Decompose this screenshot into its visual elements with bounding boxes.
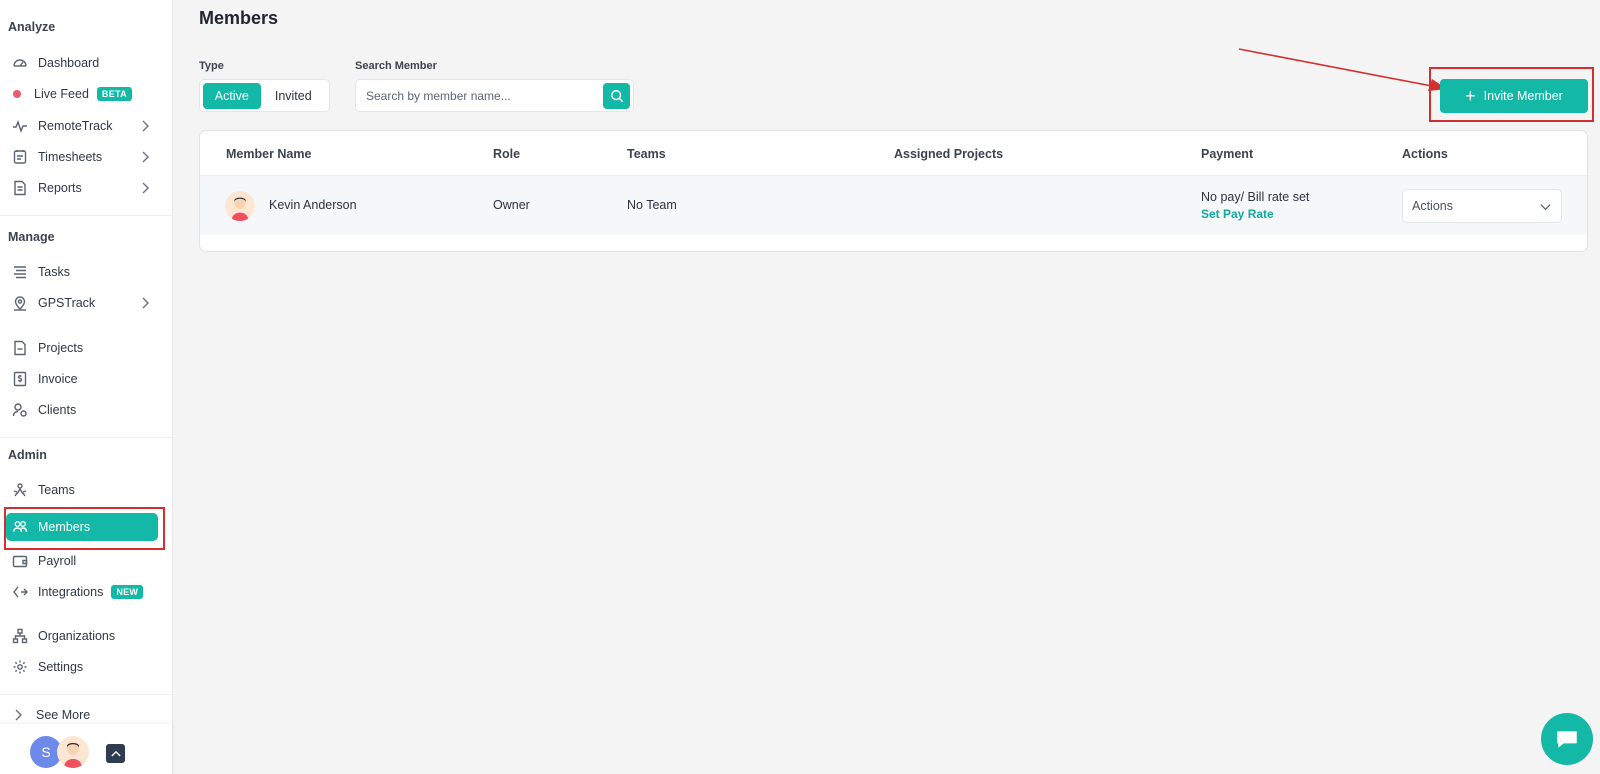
chevron-right-icon bbox=[142, 120, 149, 132]
sidebar-item-label: Integrations bbox=[38, 585, 104, 599]
actions-dropdown[interactable]: Actions bbox=[1402, 189, 1562, 223]
set-pay-rate-link[interactable]: Set Pay Rate bbox=[1201, 207, 1274, 221]
sidebar-item-dashboard[interactable]: Dashboard bbox=[6, 49, 158, 77]
pulse-icon bbox=[10, 116, 30, 136]
map-pin-icon bbox=[10, 293, 30, 313]
chevron-right-icon bbox=[15, 709, 22, 721]
sidebar-item-reports[interactable]: Reports bbox=[6, 174, 158, 202]
chevron-right-icon bbox=[142, 151, 149, 163]
sidebar-item-label: Settings bbox=[38, 660, 84, 674]
type-invited-button[interactable]: Invited bbox=[261, 83, 326, 109]
sidebar-item-remotetrack[interactable]: RemoteTrack bbox=[6, 112, 158, 140]
column-header-actions: Actions bbox=[1402, 147, 1448, 161]
search-button[interactable] bbox=[603, 83, 630, 109]
chat-icon bbox=[1557, 731, 1577, 748]
member-payment: No pay/ Bill rate set bbox=[1201, 190, 1310, 204]
invite-member-label: Invite Member bbox=[1483, 89, 1563, 103]
members-table: Member Name Role Teams Assigned Projects… bbox=[199, 130, 1588, 252]
invoice-icon bbox=[10, 369, 30, 389]
plus-icon: + bbox=[1465, 86, 1476, 106]
members-highlight-box bbox=[4, 507, 165, 550]
user-avatar-icon[interactable] bbox=[57, 736, 89, 768]
new-badge: NEW bbox=[111, 585, 144, 599]
sidebar-item-label: Invoice bbox=[38, 372, 78, 386]
sidebar-item-organizations[interactable]: Organizations bbox=[6, 622, 158, 650]
sidebar-item-label: Reports bbox=[38, 181, 82, 195]
sidebar-item-tasks[interactable]: Tasks bbox=[6, 258, 158, 286]
sidebar-item-label: Dashboard bbox=[38, 56, 100, 70]
sidebar-divider bbox=[0, 694, 172, 695]
column-header-member-name: Member Name bbox=[226, 147, 312, 161]
page-title: Members bbox=[199, 8, 279, 28]
sidebar-item-projects[interactable]: Projects bbox=[6, 334, 158, 362]
sidebar-item-label: Organizations bbox=[38, 629, 116, 643]
section-title-manage: Manage bbox=[8, 230, 55, 244]
chevron-right-icon bbox=[142, 297, 149, 309]
type-label: Type bbox=[199, 60, 224, 72]
type-active-button[interactable]: Active bbox=[203, 82, 261, 109]
sidebar-item-payroll[interactable]: Payroll bbox=[6, 547, 158, 575]
sidebar-item-label: Teams bbox=[38, 483, 75, 497]
search-input[interactable] bbox=[366, 87, 601, 105]
sidebar-item-teams[interactable]: Teams bbox=[6, 476, 158, 504]
sidebar-item-label: Timesheets bbox=[38, 150, 103, 164]
search-label: Search Member bbox=[355, 60, 437, 72]
search-icon bbox=[610, 90, 623, 103]
section-title-admin: Admin bbox=[8, 448, 47, 462]
member-teams: No Team bbox=[627, 198, 677, 212]
column-header-payment: Payment bbox=[1201, 147, 1254, 161]
tasks-icon bbox=[10, 262, 30, 282]
column-header-role: Role bbox=[493, 147, 521, 161]
sidebar-item-label: Tasks bbox=[38, 265, 70, 279]
member-role: Owner bbox=[493, 198, 530, 212]
expand-up-button[interactable] bbox=[106, 744, 125, 763]
sidebar-item-clients[interactable]: Clients bbox=[6, 396, 158, 424]
column-header-teams: Teams bbox=[627, 147, 666, 161]
type-toggle: Active Invited bbox=[199, 79, 330, 112]
timesheet-icon bbox=[10, 147, 30, 167]
sidebar-item-settings[interactable]: Settings bbox=[6, 653, 158, 681]
wallet-icon bbox=[10, 551, 30, 571]
report-icon bbox=[10, 178, 30, 198]
column-header-assigned-projects: Assigned Projects bbox=[894, 147, 1004, 161]
project-icon bbox=[10, 338, 30, 358]
sidebar-item-label: Payroll bbox=[38, 554, 77, 568]
beta-badge: BETA bbox=[96, 87, 132, 101]
member-name[interactable]: Kevin Anderson bbox=[269, 198, 357, 212]
annotation-arrow bbox=[1238, 48, 1447, 91]
see-more-label: See More bbox=[36, 708, 91, 722]
invite-member-button[interactable]: + Invite Member bbox=[1440, 79, 1588, 113]
client-icon bbox=[10, 400, 30, 420]
live-dot-icon bbox=[13, 90, 21, 98]
dashboard-icon bbox=[10, 53, 30, 73]
search-box bbox=[355, 79, 634, 112]
chat-button[interactable] bbox=[1541, 713, 1593, 765]
chevron-down-icon bbox=[1540, 204, 1551, 211]
chevron-right-icon bbox=[142, 182, 149, 194]
actions-dropdown-label: Actions bbox=[1412, 199, 1453, 213]
gear-icon bbox=[10, 657, 30, 677]
sidebar-item-gpstrack[interactable]: GPSTrack bbox=[6, 289, 158, 317]
sidebar-item-integrations[interactable]: Integrations NEW bbox=[6, 578, 158, 606]
sidebar-divider bbox=[0, 437, 172, 438]
sidebar-item-timesheets[interactable]: Timesheets bbox=[6, 143, 158, 171]
sidebar-item-label: Projects bbox=[38, 341, 84, 355]
sidebar-footer: S bbox=[0, 724, 172, 774]
organization-icon bbox=[10, 626, 30, 646]
sidebar-item-label: GPSTrack bbox=[38, 296, 96, 310]
table-row: Kevin Anderson Owner No Team No pay/ Bil… bbox=[200, 175, 1587, 235]
section-title-analyze: Analyze bbox=[8, 20, 56, 34]
sidebar-item-label: Clients bbox=[38, 403, 77, 417]
integrations-icon bbox=[10, 582, 30, 602]
sidebar-item-invoice[interactable]: Invoice bbox=[6, 365, 158, 393]
sidebar-item-live-feed[interactable]: Live Feed BETA bbox=[6, 80, 158, 108]
sidebar-item-label: Live Feed bbox=[34, 87, 89, 101]
sidebar-divider bbox=[0, 215, 172, 216]
sidebar-item-label: RemoteTrack bbox=[38, 119, 113, 133]
teams-icon bbox=[10, 480, 30, 500]
member-avatar-icon bbox=[225, 191, 255, 221]
sidebar: Analyze Dashboard Live Feed BETA RemoteT… bbox=[0, 0, 173, 774]
chevron-up-icon bbox=[110, 750, 121, 757]
